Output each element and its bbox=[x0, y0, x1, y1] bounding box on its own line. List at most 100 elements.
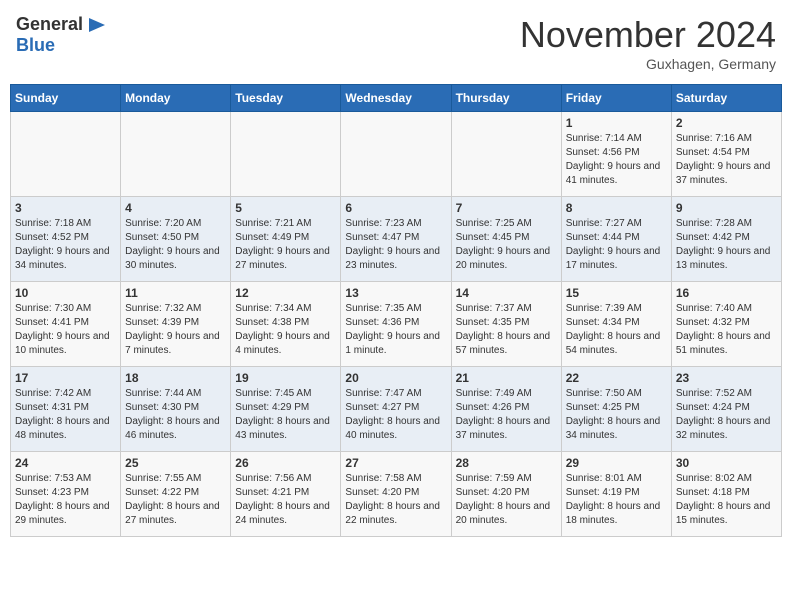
day-cell: 17 Sunrise: 7:42 AMSunset: 4:31 PMDayligh… bbox=[11, 367, 121, 452]
day-number: 16 bbox=[676, 286, 777, 300]
logo-flag-icon bbox=[85, 16, 107, 34]
day-info: Sunrise: 7:40 AMSunset: 4:32 PMDaylight:… bbox=[676, 302, 777, 358]
day-number: 29 bbox=[566, 456, 667, 470]
day-number: 7 bbox=[456, 201, 557, 215]
day-cell: 5 Sunrise: 7:21 AMSunset: 4:49 PMDaylight… bbox=[231, 197, 341, 282]
day-info: Sunrise: 7:32 AMSunset: 4:39 PMDaylight:… bbox=[125, 302, 226, 358]
day-info: Sunrise: 7:37 AMSunset: 4:35 PMDaylight:… bbox=[456, 302, 557, 358]
week-row-3: 10 Sunrise: 7:30 AMSunset: 4:41 PMDayligh… bbox=[11, 282, 782, 367]
weekday-header-sunday: Sunday bbox=[11, 85, 121, 112]
day-number: 18 bbox=[125, 371, 226, 385]
day-info: Sunrise: 7:16 AMSunset: 4:54 PMDaylight:… bbox=[676, 132, 777, 188]
day-info: Sunrise: 7:27 AMSunset: 4:44 PMDaylight:… bbox=[566, 217, 667, 273]
weekday-header-thursday: Thursday bbox=[451, 85, 561, 112]
day-number: 4 bbox=[125, 201, 226, 215]
day-number: 21 bbox=[456, 371, 557, 385]
day-info: Sunrise: 7:50 AMSunset: 4:25 PMDaylight:… bbox=[566, 387, 667, 443]
day-info: Sunrise: 7:55 AMSunset: 4:22 PMDaylight:… bbox=[125, 472, 226, 528]
day-number: 6 bbox=[345, 201, 446, 215]
weekday-header-friday: Friday bbox=[561, 85, 671, 112]
day-cell: 24 Sunrise: 7:53 AMSunset: 4:23 PMDayligh… bbox=[11, 452, 121, 537]
day-number: 23 bbox=[676, 371, 777, 385]
day-info: Sunrise: 7:42 AMSunset: 4:31 PMDaylight:… bbox=[15, 387, 116, 443]
day-info: Sunrise: 7:56 AMSunset: 4:21 PMDaylight:… bbox=[235, 472, 336, 528]
day-cell: 13 Sunrise: 7:35 AMSunset: 4:36 PMDayligh… bbox=[341, 282, 451, 367]
day-cell: 16 Sunrise: 7:40 AMSunset: 4:32 PMDayligh… bbox=[671, 282, 781, 367]
day-cell: 8 Sunrise: 7:27 AMSunset: 4:44 PMDaylight… bbox=[561, 197, 671, 282]
day-cell bbox=[341, 112, 451, 197]
day-number: 25 bbox=[125, 456, 226, 470]
day-info: Sunrise: 7:28 AMSunset: 4:42 PMDaylight:… bbox=[676, 217, 777, 273]
day-cell: 4 Sunrise: 7:20 AMSunset: 4:50 PMDaylight… bbox=[121, 197, 231, 282]
day-info: Sunrise: 7:58 AMSunset: 4:20 PMDaylight:… bbox=[345, 472, 446, 528]
day-cell: 22Sunrise: 7:50 AMSunset: 4:25 PMDayligh… bbox=[561, 367, 671, 452]
month-title: November 2024 bbox=[520, 14, 776, 56]
day-cell: 29 Sunrise: 8:01 AMSunset: 4:19 PMDayligh… bbox=[561, 452, 671, 537]
week-row-5: 24 Sunrise: 7:53 AMSunset: 4:23 PMDayligh… bbox=[11, 452, 782, 537]
day-number: 2 bbox=[676, 116, 777, 130]
weekday-header-monday: Monday bbox=[121, 85, 231, 112]
day-info: Sunrise: 7:20 AMSunset: 4:50 PMDaylight:… bbox=[125, 217, 226, 273]
day-info: Sunrise: 7:18 AMSunset: 4:52 PMDaylight:… bbox=[15, 217, 116, 273]
day-info: Sunrise: 7:44 AMSunset: 4:30 PMDaylight:… bbox=[125, 387, 226, 443]
title-area: November 2024 Guxhagen, Germany bbox=[520, 14, 776, 72]
day-number: 1 bbox=[566, 116, 667, 130]
day-cell: 1 Sunrise: 7:14 AMSunset: 4:56 PMDaylight… bbox=[561, 112, 671, 197]
day-cell: 15 Sunrise: 7:39 AMSunset: 4:34 PMDayligh… bbox=[561, 282, 671, 367]
day-cell: 12Sunrise: 7:34 AMSunset: 4:38 PMDayligh… bbox=[231, 282, 341, 367]
location-title: Guxhagen, Germany bbox=[520, 56, 776, 72]
day-number: 28 bbox=[456, 456, 557, 470]
day-info: Sunrise: 7:49 AMSunset: 4:26 PMDaylight:… bbox=[456, 387, 557, 443]
day-cell: 23 Sunrise: 7:52 AMSunset: 4:24 PMDayligh… bbox=[671, 367, 781, 452]
day-cell: 21 Sunrise: 7:49 AMSunset: 4:26 PMDayligh… bbox=[451, 367, 561, 452]
day-cell: 30Sunrise: 8:02 AMSunset: 4:18 PMDayligh… bbox=[671, 452, 781, 537]
logo-general-text: General bbox=[16, 14, 83, 35]
day-cell: 2 Sunrise: 7:16 AMSunset: 4:54 PMDaylight… bbox=[671, 112, 781, 197]
day-info: Sunrise: 8:02 AMSunset: 4:18 PMDaylight:… bbox=[676, 472, 777, 528]
day-cell: 3Sunrise: 7:18 AMSunset: 4:52 PMDaylight… bbox=[11, 197, 121, 282]
day-info: Sunrise: 7:39 AMSunset: 4:34 PMDaylight:… bbox=[566, 302, 667, 358]
day-cell bbox=[231, 112, 341, 197]
day-info: Sunrise: 7:35 AMSunset: 4:36 PMDaylight:… bbox=[345, 302, 446, 358]
day-info: Sunrise: 7:59 AMSunset: 4:20 PMDaylight:… bbox=[456, 472, 557, 528]
day-cell: 18 Sunrise: 7:44 AMSunset: 4:30 PMDayligh… bbox=[121, 367, 231, 452]
day-info: Sunrise: 7:34 AMSunset: 4:38 PMDaylight:… bbox=[235, 302, 336, 358]
day-number: 11 bbox=[125, 286, 226, 300]
day-info: Sunrise: 7:47 AMSunset: 4:27 PMDaylight:… bbox=[345, 387, 446, 443]
day-number: 13 bbox=[345, 286, 446, 300]
day-cell bbox=[11, 112, 121, 197]
day-info: Sunrise: 7:21 AMSunset: 4:49 PMDaylight:… bbox=[235, 217, 336, 273]
day-info: Sunrise: 7:30 AMSunset: 4:41 PMDaylight:… bbox=[15, 302, 116, 358]
weekday-header-tuesday: Tuesday bbox=[231, 85, 341, 112]
day-cell: 26 Sunrise: 7:56 AMSunset: 4:21 PMDayligh… bbox=[231, 452, 341, 537]
day-number: 10 bbox=[15, 286, 116, 300]
day-number: 15 bbox=[566, 286, 667, 300]
day-number: 14 bbox=[456, 286, 557, 300]
weekday-header-row: SundayMondayTuesdayWednesdayThursdayFrid… bbox=[11, 85, 782, 112]
day-cell: 19Sunrise: 7:45 AMSunset: 4:29 PMDayligh… bbox=[231, 367, 341, 452]
day-info: Sunrise: 7:14 AMSunset: 4:56 PMDaylight:… bbox=[566, 132, 667, 188]
day-number: 26 bbox=[235, 456, 336, 470]
day-cell: 27Sunrise: 7:58 AMSunset: 4:20 PMDayligh… bbox=[341, 452, 451, 537]
day-number: 8 bbox=[566, 201, 667, 215]
day-info: Sunrise: 8:01 AMSunset: 4:19 PMDaylight:… bbox=[566, 472, 667, 528]
day-cell: 28 Sunrise: 7:59 AMSunset: 4:20 PMDayligh… bbox=[451, 452, 561, 537]
header: General Blue November 2024 Guxhagen, Ger… bbox=[10, 10, 782, 76]
week-row-4: 17 Sunrise: 7:42 AMSunset: 4:31 PMDayligh… bbox=[11, 367, 782, 452]
day-number: 19 bbox=[235, 371, 336, 385]
day-cell: 9 Sunrise: 7:28 AMSunset: 4:42 PMDaylight… bbox=[671, 197, 781, 282]
day-cell bbox=[121, 112, 231, 197]
day-info: Sunrise: 7:52 AMSunset: 4:24 PMDaylight:… bbox=[676, 387, 777, 443]
day-info: Sunrise: 7:53 AMSunset: 4:23 PMDaylight:… bbox=[15, 472, 116, 528]
day-cell: 14 Sunrise: 7:37 AMSunset: 4:35 PMDayligh… bbox=[451, 282, 561, 367]
weekday-header-saturday: Saturday bbox=[671, 85, 781, 112]
day-cell: 11 Sunrise: 7:32 AMSunset: 4:39 PMDayligh… bbox=[121, 282, 231, 367]
day-info: Sunrise: 7:25 AMSunset: 4:45 PMDaylight:… bbox=[456, 217, 557, 273]
logo: General Blue bbox=[16, 14, 107, 56]
day-cell: 7 Sunrise: 7:25 AMSunset: 4:45 PMDaylight… bbox=[451, 197, 561, 282]
day-number: 9 bbox=[676, 201, 777, 215]
day-number: 5 bbox=[235, 201, 336, 215]
day-number: 24 bbox=[15, 456, 116, 470]
day-cell: 25 Sunrise: 7:55 AMSunset: 4:22 PMDayligh… bbox=[121, 452, 231, 537]
day-number: 17 bbox=[15, 371, 116, 385]
